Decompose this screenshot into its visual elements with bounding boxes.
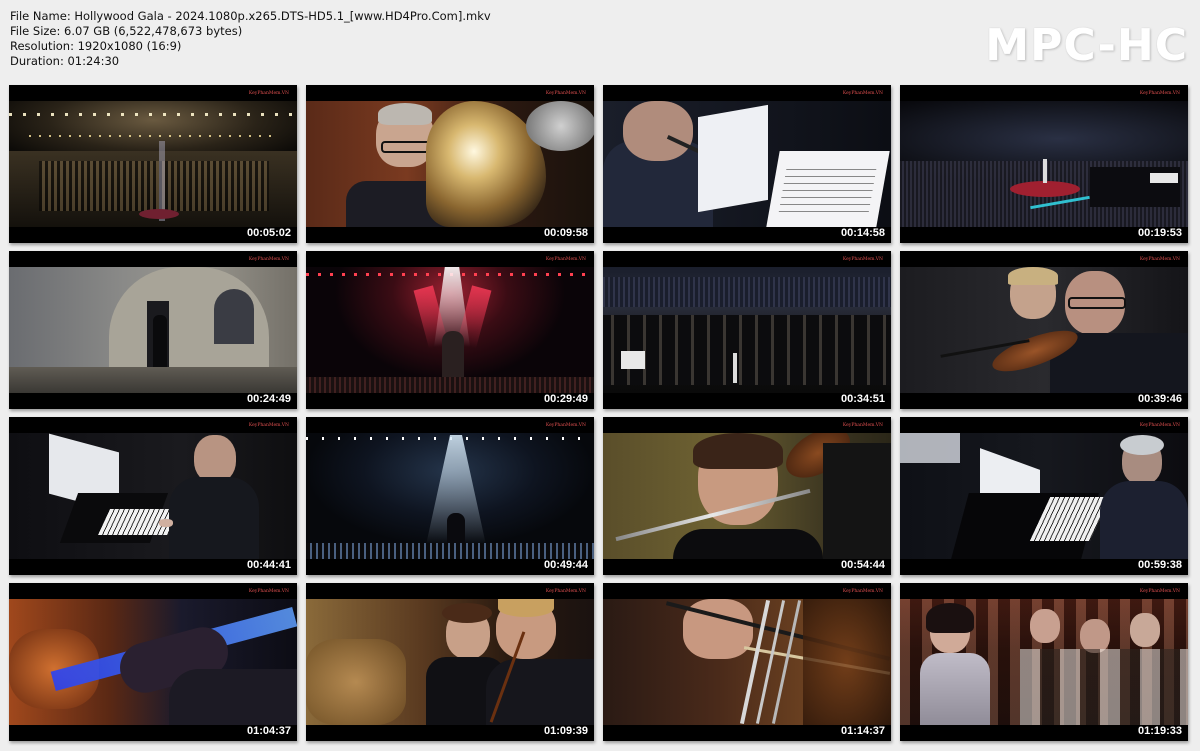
resolution-text: Resolution: 1920x1080 (16:9): [10, 39, 182, 53]
watermark: KeyPhanMem.VN: [248, 91, 289, 96]
thumbnail-timestamp: 00:19:53: [1137, 227, 1182, 239]
scene-flutist-closeup: [603, 433, 891, 559]
watermark: KeyPhanMem.VN: [545, 589, 586, 594]
scene-conductor-spotlight: [306, 433, 594, 559]
thumbnail-timestamp: 01:09:39: [543, 725, 588, 737]
watermark: KeyPhanMem.VN: [1139, 589, 1180, 594]
thumbnail-timestamp: 00:49:44: [543, 559, 588, 571]
scene-pianist-left: [9, 433, 297, 559]
watermark: KeyPhanMem.VN: [1139, 423, 1180, 428]
scene-tuba-player: [306, 101, 594, 227]
scene-piccolo-player-sheet-music: [603, 101, 891, 227]
thumbnail[interactable]: KeyPhanMem.VN 01:14:37: [603, 583, 891, 741]
thumbnail[interactable]: KeyPhanMem.VN 00:54:44: [603, 417, 891, 575]
thumbnail[interactable]: KeyPhanMem.VN 00:39:46: [900, 251, 1188, 409]
mpc-hc-logo: MPC-HC: [985, 20, 1188, 71]
thumbnail[interactable]: KeyPhanMem.VN 00:44:41: [9, 417, 297, 575]
thumbnail-timestamp: 01:04:37: [246, 725, 291, 737]
thumbnail[interactable]: KeyPhanMem.VN 00:24:49: [9, 251, 297, 409]
thumbnail[interactable]: KeyPhanMem.VN 00:34:51: [603, 251, 891, 409]
thumbnail-timestamp: 00:24:49: [246, 393, 291, 405]
watermark: KeyPhanMem.VN: [248, 257, 289, 262]
file-name-text: File Name: Hollywood Gala - 2024.1080p.x…: [10, 9, 491, 23]
thumbnail[interactable]: KeyPhanMem.VN 00:14:58: [603, 85, 891, 243]
scene-cello-bow-closeup: [603, 599, 891, 725]
watermark: KeyPhanMem.VN: [248, 589, 289, 594]
thumbnail-timestamp: 00:44:41: [246, 559, 291, 571]
file-info-panel: File Name: Hollywood Gala - 2024.1080p.x…: [10, 9, 491, 69]
thumbnail-timestamp: 00:09:58: [543, 227, 588, 239]
thumbnail[interactable]: KeyPhanMem.VN 01:19:33: [900, 583, 1188, 741]
scene-pianist-right: [900, 433, 1188, 559]
thumbnail-timestamp: 00:29:49: [543, 393, 588, 405]
thumbnail[interactable]: KeyPhanMem.VN 01:09:39: [306, 583, 594, 741]
thumbnail[interactable]: KeyPhanMem.VN 00:59:38: [900, 417, 1188, 575]
watermark: KeyPhanMem.VN: [1139, 257, 1180, 262]
thumbnail-timestamp: 00:34:51: [840, 393, 885, 405]
scene-blue-lit-hand: [9, 599, 297, 725]
duration-text: Duration: 01:24:30: [10, 54, 120, 68]
thumbnail-timestamp: 00:59:38: [1137, 559, 1182, 571]
scene-singer-red-spotlights: [306, 267, 594, 393]
thumbnail[interactable]: KeyPhanMem.VN 00:19:53: [900, 85, 1188, 243]
watermark: KeyPhanMem.VN: [842, 91, 883, 96]
thumbnail[interactable]: KeyPhanMem.VN 00:29:49: [306, 251, 594, 409]
thumbnail[interactable]: KeyPhanMem.VN 00:09:58: [306, 85, 594, 243]
watermark: KeyPhanMem.VN: [842, 423, 883, 428]
scene-orchestra-strings-wide: [603, 267, 891, 393]
scene-stone-wall-doorway: [9, 267, 297, 393]
file-size-text: File Size: 6.07 GB (6,522,478,673 bytes): [10, 24, 243, 38]
thumbnail-timestamp: 00:39:46: [1137, 393, 1182, 405]
thumbnail[interactable]: KeyPhanMem.VN 00:49:44: [306, 417, 594, 575]
watermark: KeyPhanMem.VN: [545, 257, 586, 262]
thumbnail[interactable]: KeyPhanMem.VN 00:05:02: [9, 85, 297, 243]
scene-audience-singer: [900, 599, 1188, 725]
watermark: KeyPhanMem.VN: [842, 589, 883, 594]
scene-dark-arena-red-stage: [900, 101, 1188, 227]
scene-concert-hall-stage-lights: [9, 101, 297, 227]
thumbnail-timestamp: 01:14:37: [840, 725, 885, 737]
watermark: KeyPhanMem.VN: [842, 257, 883, 262]
thumbnail-timestamp: 00:14:58: [840, 227, 885, 239]
scene-violinists-closeup: [900, 267, 1188, 393]
thumbnail-timestamp: 01:19:33: [1137, 725, 1182, 737]
watermark: KeyPhanMem.VN: [545, 423, 586, 428]
watermark: KeyPhanMem.VN: [248, 423, 289, 428]
thumbnail[interactable]: KeyPhanMem.VN 01:04:37: [9, 583, 297, 741]
scene-cellists: [306, 599, 594, 725]
thumbnail-timestamp: 00:54:44: [840, 559, 885, 571]
thumbnail-grid: KeyPhanMem.VN 00:05:02 KeyPhanMem.VN 00:…: [9, 85, 1188, 741]
thumbnail-timestamp: 00:05:02: [246, 227, 291, 239]
watermark: KeyPhanMem.VN: [545, 91, 586, 96]
watermark: KeyPhanMem.VN: [1139, 91, 1180, 96]
